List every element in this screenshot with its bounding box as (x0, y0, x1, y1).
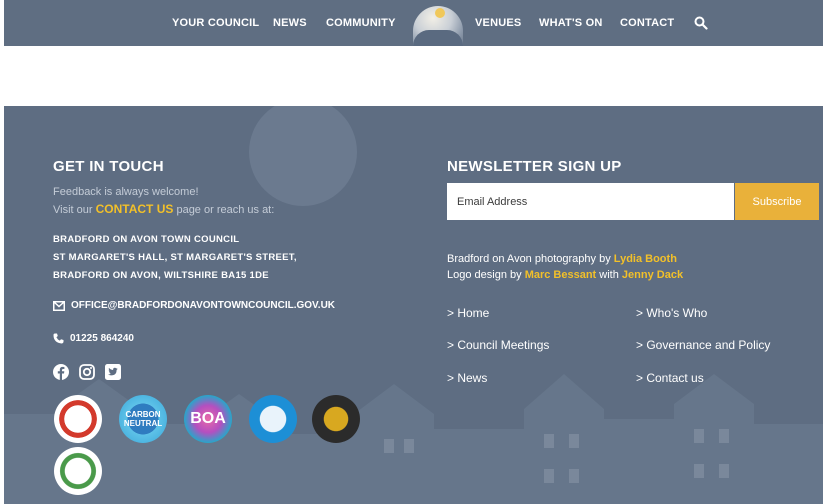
email-address-input[interactable] (447, 183, 734, 220)
search-icon[interactable] (694, 16, 708, 30)
footer-link-home[interactable]: > Home (447, 306, 489, 320)
subscribe-button[interactable]: Subscribe (735, 183, 819, 220)
carbon-neutral-text: CARBON NEUTRAL (123, 410, 163, 428)
moon-decoration (249, 106, 357, 206)
nav-your-council[interactable]: YOUR COUNCIL (172, 17, 259, 29)
nav-venues[interactable]: VENUES (475, 17, 521, 29)
newsletter-heading: NEWSLETTER SIGN UP (447, 158, 622, 175)
phone-icon (53, 333, 64, 344)
logo-credit-with: with (599, 269, 619, 281)
carbon-neutral-badge: CARBON NEUTRAL (119, 395, 167, 443)
nav-contact[interactable]: CONTACT (620, 17, 674, 29)
address-line-1: BRADFORD ON AVON TOWN COUNCIL (53, 234, 240, 245)
climate-emergency-badge (54, 395, 102, 443)
photo-credit: Bradford on Avon photography by Lydia Bo… (447, 253, 677, 265)
boa-text: BOA (190, 410, 226, 427)
site-footer: GET IN TOUCH Feedback is always welcome!… (4, 106, 823, 504)
footer-link-whos-who[interactable]: > Who's Who (636, 306, 707, 320)
logo-credit-prefix: Logo design by (447, 269, 522, 281)
visit-suffix: page or reach us at: (176, 204, 275, 216)
logo-hill (413, 30, 463, 46)
get-in-touch-heading: GET IN TOUCH (53, 158, 164, 175)
designer-link-1[interactable]: Marc Bessant (525, 269, 597, 281)
envelope-icon (53, 300, 65, 311)
footer-link-governance-policy[interactable]: > Governance and Policy (636, 338, 770, 352)
boa-badge: BOA (184, 395, 232, 443)
feedback-text: Feedback is always welcome! (53, 186, 199, 198)
footer-link-contact-us[interactable]: > Contact us (636, 371, 704, 385)
logo-credit: Logo design by Marc Bessant with Jenny D… (447, 269, 683, 281)
social-links (53, 364, 121, 380)
designer-link-2[interactable]: Jenny Dack (622, 269, 683, 281)
top-navigation-bar: YOUR COUNCIL NEWS COMMUNITY VENUES WHAT'… (4, 0, 823, 46)
photo-credit-prefix: Bradford on Avon photography by (447, 253, 611, 265)
nav-news[interactable]: NEWS (273, 17, 307, 29)
ecological-emergency-badge (54, 447, 102, 495)
plastic-free-badge (249, 395, 297, 443)
phone-contact[interactable]: 01225 864240 (53, 333, 134, 344)
contact-us-link[interactable]: CONTACT US (96, 202, 174, 216)
footer-link-news[interactable]: > News (447, 371, 487, 385)
instagram-icon[interactable] (79, 364, 95, 380)
visit-prefix: Visit our (53, 204, 93, 216)
address-line-3: BRADFORD ON AVON, WILTSHIRE BA15 1DE (53, 270, 269, 281)
twitter-icon[interactable] (105, 364, 121, 380)
nav-community[interactable]: COMMUNITY (326, 17, 396, 29)
email-contact[interactable]: OFFICE@BRADFORDONAVONTOWNCOUNCIL.GOV.UK (53, 300, 335, 311)
visit-contact-line: Visit our CONTACT US page or reach us at… (53, 202, 274, 216)
phone-number[interactable]: 01225 864240 (70, 333, 134, 344)
footer-link-council-meetings[interactable]: > Council Meetings (447, 338, 549, 352)
nav-whats-on[interactable]: WHAT'S ON (539, 17, 602, 29)
site-logo[interactable] (413, 6, 463, 46)
walkers-welcome-badge (312, 395, 360, 443)
photographer-link[interactable]: Lydia Booth (614, 253, 677, 265)
address-line-2: ST MARGARET'S HALL, ST MARGARET'S STREET… (53, 252, 297, 263)
facebook-icon[interactable] (53, 364, 69, 380)
logo-sun (435, 8, 445, 18)
email-address[interactable]: OFFICE@BRADFORDONAVONTOWNCOUNCIL.GOV.UK (71, 300, 335, 311)
